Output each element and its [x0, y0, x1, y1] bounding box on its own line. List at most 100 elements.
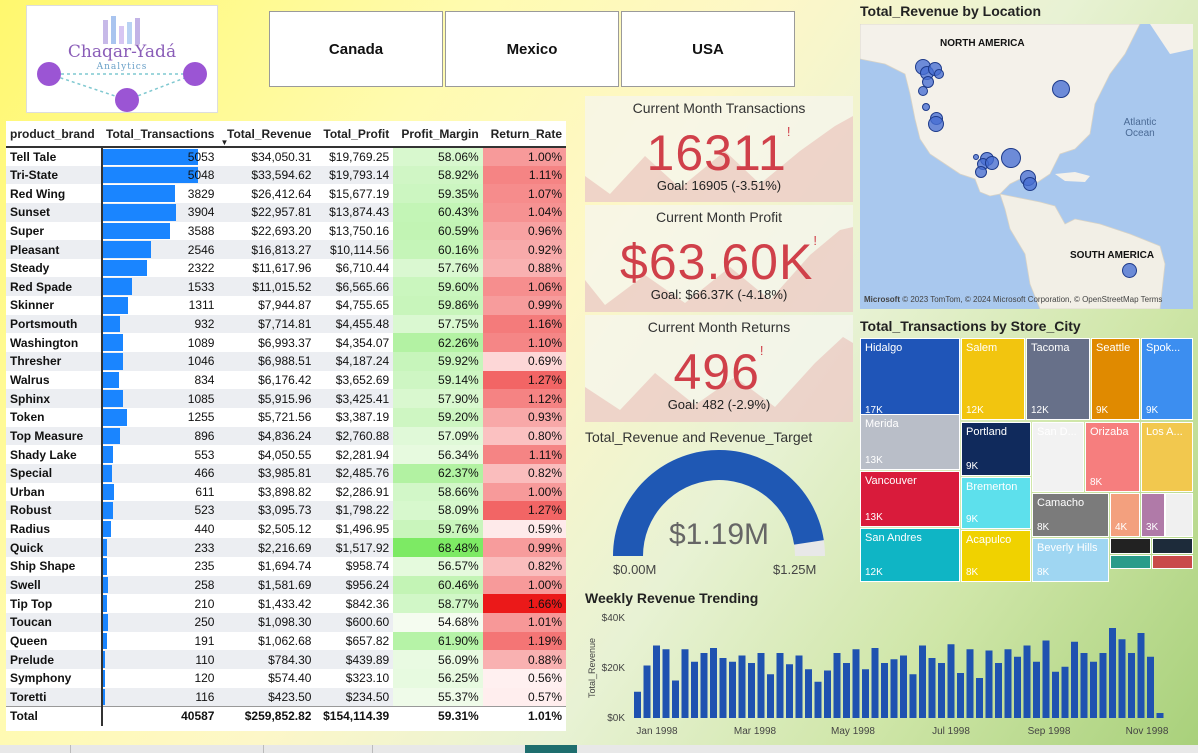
weekly-revenue-bar[interactable]	[1080, 653, 1088, 718]
table-row[interactable]: Washington 1089 $6,993.37 $4,354.07 62.26% 1.…	[6, 333, 566, 353]
weekly-revenue-bar[interactable]	[748, 663, 755, 718]
weekly-revenue-bar[interactable]	[1052, 671, 1059, 718]
treemap-tile-small[interactable]	[1110, 555, 1151, 569]
map-bubble[interactable]	[928, 116, 944, 132]
table-row[interactable]: Top Measure 896 $4,836.24 $2,760.88 57.09% 0.…	[6, 426, 566, 446]
treemap-tile[interactable]: Salem 12K	[961, 338, 1025, 420]
treemap-tile[interactable]: 3K	[1141, 493, 1165, 537]
table-row[interactable]: Special 466 $3,985.81 $2,485.76 62.37% 0.82%	[6, 463, 566, 483]
weekly-revenue-bar[interactable]	[985, 650, 993, 719]
treemap-tile-small[interactable]	[1165, 493, 1193, 537]
weekly-revenue-bar[interactable]	[1023, 645, 1031, 719]
map-bubble[interactable]	[1001, 148, 1021, 168]
table-row[interactable]: Swell 258 $1,581.69 $956.24 60.46% 1.00%	[6, 575, 566, 595]
table-row[interactable]: Walrus 834 $6,176.42 $3,652.69 59.14% 1.27%	[6, 370, 566, 390]
column-header-profit-margin[interactable]: Profit_Margin	[393, 121, 483, 148]
weekly-revenue-bar[interactable]	[1090, 661, 1097, 718]
weekly-revenue-bar[interactable]	[757, 653, 765, 718]
weekly-revenue-bar[interactable]	[710, 648, 717, 718]
weekly-revenue-bar[interactable]	[928, 658, 936, 718]
weekly-revenue-bar[interactable]	[1156, 713, 1164, 718]
table-row[interactable]: Robust 523 $3,095.73 $1,798.22 58.09% 1.27%	[6, 501, 566, 520]
table-row[interactable]: Tell Tale 5053 $34,050.31 $19,769.25 58.06% 1…	[6, 147, 566, 166]
column-header-product-brand[interactable]: product_brand	[6, 121, 102, 148]
weekly-revenue-bar[interactable]	[672, 680, 679, 719]
treemap-tile[interactable]: Merida 13K	[860, 414, 960, 470]
weekly-revenue-bar[interactable]	[1042, 640, 1050, 719]
weekly-revenue-bar[interactable]	[843, 663, 850, 718]
table-row[interactable]: Tri-State 5048 $33,594.62 $19,793.14 58.92% 1…	[6, 165, 566, 185]
weekly-revenue-bar[interactable]	[719, 658, 727, 718]
weekly-revenue-bar[interactable]	[919, 645, 926, 719]
treemap-tile[interactable]: Orizaba 8K	[1085, 422, 1140, 492]
map-bubble[interactable]	[934, 69, 944, 79]
map-bubble[interactable]	[1023, 177, 1037, 191]
weekly-revenue-bar[interactable]	[700, 653, 708, 718]
weekly-revenue-bar[interactable]	[691, 661, 698, 718]
weekly-revenue-bar[interactable]	[833, 653, 841, 718]
revenue-gauge[interactable]: $1.19M $0.00M $1.25M	[585, 449, 853, 580]
slicer-mexico-button[interactable]: Mexico	[445, 11, 619, 87]
table-row[interactable]: Ship Shape 235 $1,694.74 $958.74 56.57% 0.82%	[6, 557, 566, 576]
treemap-tile[interactable]: Spok... 9K	[1141, 338, 1193, 420]
table-row[interactable]: Super 3588 $22,693.20 $13,750.16 60.59% 0.96%	[6, 221, 566, 241]
table-row[interactable]: Queen 191 $1,062.68 $657.82 61.90% 1.19%	[6, 631, 566, 651]
weekly-revenue-bar[interactable]	[995, 663, 1002, 718]
table-row[interactable]: Skinner 1311 $7,944.87 $4,755.65 59.86% 0.99%	[6, 296, 566, 315]
map-bubble[interactable]	[922, 103, 930, 111]
table-row[interactable]: Toretti 116 $423.50 $234.50 55.37% 0.57%	[6, 687, 566, 707]
treemap-tile[interactable]: Tacoma 12K	[1026, 338, 1090, 420]
active-page-tab[interactable]	[525, 745, 577, 753]
table-row[interactable]: Pleasant 2546 $16,813.27 $10,114.56 60.16% 0.…	[6, 240, 566, 259]
weekly-revenue-bar[interactable]	[1061, 666, 1069, 718]
weekly-revenue-bar[interactable]	[776, 653, 784, 718]
weekly-revenue-bar[interactable]	[1099, 653, 1107, 718]
table-row[interactable]: Thresher 1046 $6,988.51 $4,187.24 59.92% 0.69…	[6, 352, 566, 371]
table-row[interactable]: Sphinx 1085 $5,915.96 $3,425.41 57.90% 1.12%	[6, 389, 566, 408]
treemap-tile-small[interactable]	[1152, 555, 1193, 569]
column-header-total-transactions[interactable]: Total_Transactions	[102, 121, 219, 148]
table-row[interactable]: Shady Lake 553 $4,050.55 $2,281.94 56.34% 1.1…	[6, 445, 566, 464]
map-bubble[interactable]	[1122, 263, 1137, 278]
treemap-tile[interactable]: Beverly Hills 8K	[1032, 538, 1109, 582]
weekly-revenue-bar[interactable]	[681, 649, 689, 718]
treemap-tile[interactable]: Los A...	[1141, 422, 1193, 492]
treemap-tile[interactable]: San Andres 12K	[860, 528, 960, 582]
map-bubble[interactable]	[1052, 80, 1070, 98]
table-row[interactable]: Token 1255 $5,721.56 $3,387.19 59.20% 0.93%	[6, 407, 566, 427]
weekly-revenue-bar[interactable]	[634, 691, 641, 718]
weekly-revenue-bar[interactable]	[976, 678, 983, 718]
map-bubble[interactable]	[985, 156, 999, 170]
weekly-revenue-bar[interactable]	[1118, 639, 1126, 718]
weekly-revenue-bar[interactable]	[814, 681, 822, 718]
weekly-revenue-bar[interactable]	[1147, 656, 1154, 718]
weekly-revenue-bar[interactable]	[1071, 641, 1078, 718]
weekly-revenue-bar[interactable]	[805, 669, 812, 718]
weekly-revenue-bar[interactable]	[786, 664, 793, 718]
table-row[interactable]: Red Wing 3829 $26,412.64 $15,677.19 59.35% 1.…	[6, 184, 566, 203]
weekly-revenue-bar[interactable]	[1014, 656, 1021, 718]
weekly-revenue-bar[interactable]	[662, 649, 670, 718]
treemap-tile[interactable]: 4K	[1110, 493, 1140, 537]
weekly-revenue-bar[interactable]	[871, 648, 879, 718]
treemap-tile[interactable]: Seattle 9K	[1091, 338, 1140, 420]
weekly-revenue-bar[interactable]	[738, 655, 746, 719]
column-header-total-profit[interactable]: Total_Profit	[315, 121, 394, 148]
map-bubble[interactable]	[918, 86, 928, 96]
weekly-revenue-bar[interactable]	[909, 674, 917, 718]
weekly-revenue-bar[interactable]	[767, 674, 774, 718]
weekly-revenue-bar[interactable]	[938, 663, 945, 718]
treemap-tile-small[interactable]	[1152, 538, 1193, 554]
table-row[interactable]: Red Spade 1533 $11,015.52 $6,565.66 59.60% 1.…	[6, 277, 566, 297]
weekly-revenue-bar[interactable]	[957, 673, 964, 718]
weekly-revenue-chart[interactable]: $0K $20K $40K Total_Revenue Jan 1998 Mar 1998…	[585, 608, 1175, 738]
treemap-tile[interactable]: Camacho 8K	[1032, 493, 1109, 537]
weekly-revenue-bar[interactable]	[643, 665, 651, 719]
slicer-usa-button[interactable]: USA	[621, 11, 795, 87]
treemap-tile-small[interactable]	[1110, 538, 1151, 554]
treemap-tile[interactable]: Bremerton 9K	[961, 477, 1031, 529]
table-row[interactable]: Portsmouth 932 $7,714.81 $4,455.48 57.75% 1.1…	[6, 314, 566, 334]
table-row[interactable]: Sunset 3904 $22,957.81 $13,874.43 60.43% 1.04…	[6, 202, 566, 222]
weekly-revenue-bar[interactable]	[890, 659, 898, 718]
treemap-tile[interactable]: San D...	[1032, 422, 1084, 492]
